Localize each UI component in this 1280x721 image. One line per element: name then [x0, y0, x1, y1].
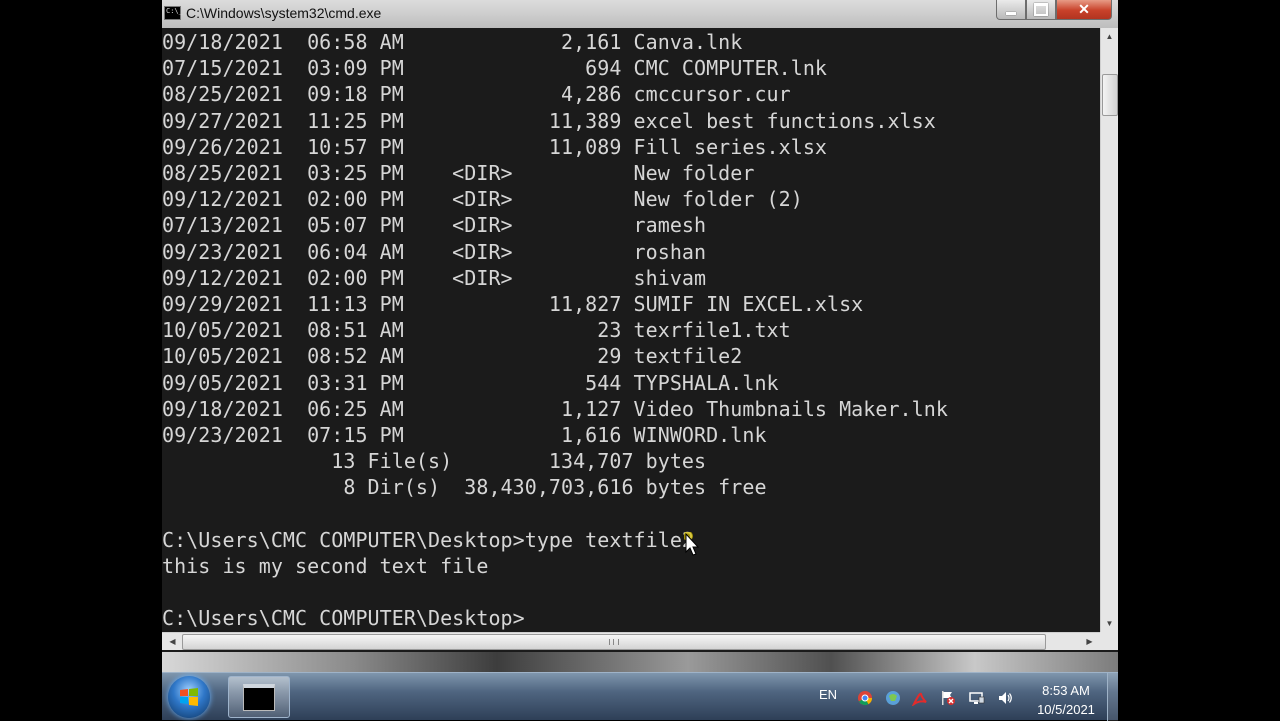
- monitor-icon[interactable]: [968, 689, 986, 707]
- vertical-scroll-thumb[interactable]: [1102, 74, 1118, 116]
- close-button[interactable]: ✕: [1056, 0, 1112, 20]
- console-line: 08/25/2021 09:18 PM 4,286 cmccursor.cur: [162, 82, 791, 107]
- minimize-button[interactable]: [996, 0, 1026, 20]
- console-line: 09/12/2021 02:00 PM <DIR> New folder (2): [162, 187, 803, 212]
- console-line: 09/05/2021 03:31 PM 544 TYPSHALA.lnk: [162, 370, 779, 395]
- console-line: 09/23/2021 07:15 PM 1,616 WINWORD.lnk: [162, 423, 767, 448]
- console-line: 09/18/2021 06:25 AM 1,127 Video Thumbnai…: [162, 396, 948, 421]
- console-output[interactable]: 09/18/2021 06:58 AM 2,161 Canva.lnk 07/1…: [162, 28, 1100, 632]
- start-button[interactable]: [168, 676, 210, 718]
- window-title: C:\Windows\system32\cmd.exe: [186, 5, 382, 21]
- clock-date: 10/5/2021: [1037, 702, 1095, 717]
- title-bar[interactable]: C:\_ C:\Windows\system32\cmd.exe ✕: [162, 0, 1118, 28]
- console-line: 09/29/2021 11:13 PM 11,827 SUMIF IN EXCE…: [162, 292, 864, 317]
- console-line: C:\Users\CMC COMPUTER\Desktop>: [162, 606, 525, 631]
- clock[interactable]: 8:53 AM 10/5/2021: [1036, 681, 1096, 719]
- show-desktop-button[interactable]: [1107, 673, 1118, 721]
- console-line: 10/05/2021 08:52 AM 29 textfile2: [162, 344, 743, 369]
- console-line: 07/13/2021 05:07 PM <DIR> ramesh: [162, 213, 707, 238]
- console-line: 09/12/2021 02:00 PM <DIR> shivam: [162, 265, 707, 290]
- console-line: 09/23/2021 06:04 AM <DIR> roshan: [162, 239, 707, 264]
- close-icon: ✕: [1078, 1, 1090, 17]
- mouse-pointer-icon: [684, 532, 700, 556]
- console-line: 09/27/2021 11:25 PM 11,389 excel best fu…: [162, 108, 936, 133]
- flag-icon[interactable]: [939, 689, 957, 707]
- scroll-down-arrow-icon[interactable]: ▼: [1101, 615, 1118, 632]
- console-line: 8 Dir(s) 38,430,703,616 bytes free: [162, 475, 767, 500]
- console-line: 07/15/2021 03:09 PM 694 CMC COMPUTER.lnk: [162, 56, 828, 81]
- language-indicator[interactable]: EN: [819, 687, 837, 702]
- cmd-app-icon[interactable]: C:\_: [164, 6, 183, 20]
- minimize-icon: [1006, 11, 1016, 15]
- maximize-button[interactable]: [1026, 0, 1056, 20]
- taskbar: EN 8:53 AM 10/5/2021: [162, 672, 1118, 721]
- scroll-left-arrow-icon[interactable]: ◀: [164, 633, 181, 650]
- console-line: 10/05/2021 08:51 AM 23 texrfile1.txt: [162, 318, 791, 343]
- console-line: 09/26/2021 10:57 PM 11,089 Fill series.x…: [162, 134, 828, 159]
- acrobat-icon[interactable]: [911, 689, 929, 707]
- maximize-icon: [1034, 3, 1048, 16]
- chrome-icon[interactable]: [856, 689, 874, 707]
- scroll-right-arrow-icon[interactable]: ▶: [1081, 633, 1098, 650]
- console-text: 09/18/2021 06:58 AM 2,161 Canva.lnk 07/1…: [162, 29, 948, 632]
- taskbar-cmd-button[interactable]: [228, 676, 290, 718]
- horizontal-scroll-thumb[interactable]: [182, 634, 1046, 650]
- console-line: 09/18/2021 06:58 AM 2,161 Canva.lnk: [162, 30, 743, 54]
- cmd-icon: [243, 683, 275, 711]
- clock-time: 8:53 AM: [1042, 683, 1090, 698]
- network-icon[interactable]: [884, 689, 902, 707]
- windows-logo-icon: [180, 688, 198, 706]
- console-line: 13 File(s) 134,707 bytes: [162, 449, 707, 474]
- console-line: C:\Users\CMC COMPUTER\Desktop>type textf…: [162, 527, 695, 552]
- horizontal-scrollbar[interactable]: ◀ ▶: [162, 632, 1100, 650]
- console-line: 08/25/2021 03:25 PM <DIR> New folder: [162, 161, 755, 186]
- console-line: this is my second text file: [162, 554, 489, 579]
- desktop-background: [162, 650, 1118, 672]
- scrollbar-corner: [1100, 632, 1118, 650]
- volume-icon[interactable]: [996, 689, 1014, 707]
- vertical-scrollbar[interactable]: ▲ ▼: [1100, 28, 1118, 632]
- scroll-up-arrow-icon[interactable]: ▲: [1101, 28, 1118, 45]
- grip-icon: [609, 639, 619, 645]
- cmd-window[interactable]: C:\_ C:\Windows\system32\cmd.exe ✕ 09/18…: [162, 0, 1118, 652]
